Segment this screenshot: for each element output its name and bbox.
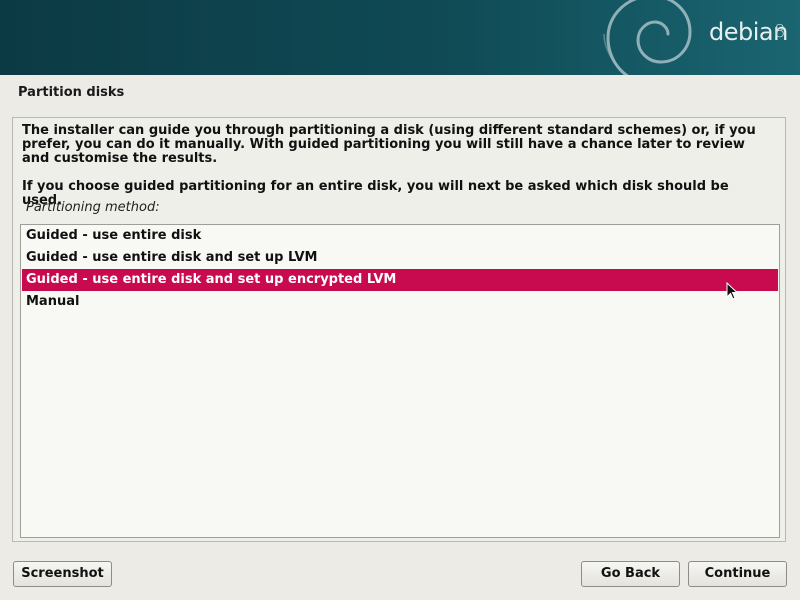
list-item[interactable]: Guided - use entire disk and set up LVM <box>22 247 778 269</box>
page-title: Partition disks <box>18 85 125 100</box>
content-panel: The installer can guide you through part… <box>12 117 786 542</box>
partitioning-method-label: Partitioning method: <box>26 200 160 215</box>
screenshot-button[interactable]: Screenshot <box>13 561 112 587</box>
header-banner: debian 8 <box>0 0 800 75</box>
debian-version-number: 8 <box>774 21 786 42</box>
list-item[interactable]: Manual <box>22 291 778 313</box>
debian-swirl-icon <box>603 0 692 75</box>
go-back-button[interactable]: Go Back <box>581 561 680 587</box>
mouse-pointer-icon <box>726 282 738 300</box>
partitioning-method-list[interactable]: Guided - use entire disk Guided - use en… <box>20 224 780 538</box>
list-item-selected[interactable]: Guided - use entire disk and set up encr… <box>22 269 778 291</box>
continue-button[interactable]: Continue <box>688 561 787 587</box>
description-text: The installer can guide you through part… <box>22 123 756 166</box>
list-item[interactable]: Guided - use entire disk <box>22 225 778 247</box>
